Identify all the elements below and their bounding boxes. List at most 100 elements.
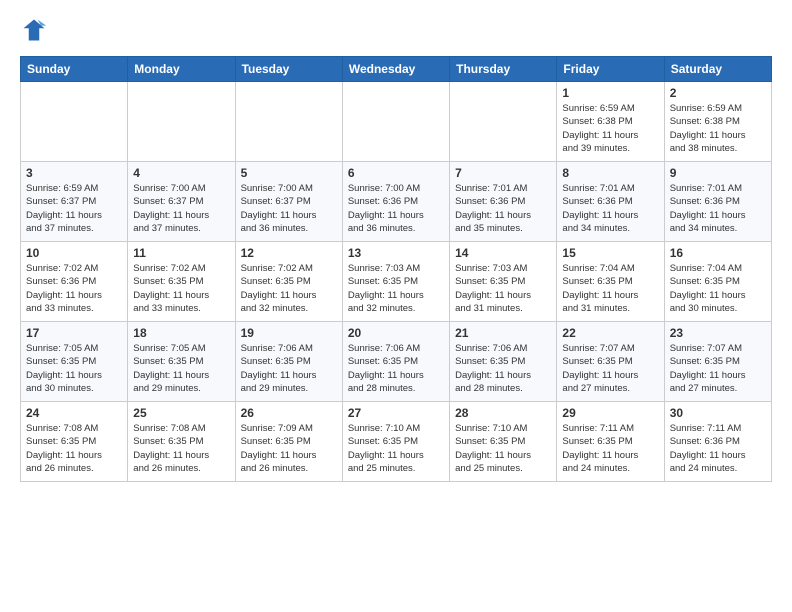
day-cell: 18 Sunrise: 7:05 AM Sunset: 6:35 PM Dayli… — [128, 322, 235, 402]
day-cell: 16 Sunrise: 7:04 AM Sunset: 6:35 PM Dayli… — [664, 242, 771, 322]
day-cell: 9 Sunrise: 7:01 AM Sunset: 6:36 PM Daylig… — [664, 162, 771, 242]
day-number: 11 — [133, 246, 229, 260]
day-info: Sunrise: 7:06 AM Sunset: 6:35 PM Dayligh… — [241, 342, 337, 395]
header — [20, 16, 772, 44]
day-cell: 19 Sunrise: 7:06 AM Sunset: 6:35 PM Dayli… — [235, 322, 342, 402]
week-row-5: 24 Sunrise: 7:08 AM Sunset: 6:35 PM Dayli… — [21, 402, 772, 482]
day-cell — [450, 82, 557, 162]
day-number: 7 — [455, 166, 551, 180]
day-number: 15 — [562, 246, 658, 260]
day-info: Sunrise: 7:09 AM Sunset: 6:35 PM Dayligh… — [241, 422, 337, 475]
weekday-header-thursday: Thursday — [450, 57, 557, 82]
day-cell: 11Sunrise: 7:02 AM Sunset: 6:35 PM Dayli… — [128, 242, 235, 322]
day-cell: 6 Sunrise: 7:00 AM Sunset: 6:36 PM Daylig… — [342, 162, 449, 242]
day-info: Sunrise: 7:03 AM Sunset: 6:35 PM Dayligh… — [455, 262, 551, 315]
weekday-header-friday: Friday — [557, 57, 664, 82]
day-number: 6 — [348, 166, 444, 180]
day-number: 16 — [670, 246, 766, 260]
weekday-header-row: SundayMondayTuesdayWednesdayThursdayFrid… — [21, 57, 772, 82]
day-number: 27 — [348, 406, 444, 420]
day-info: Sunrise: 7:02 AM Sunset: 6:35 PM Dayligh… — [241, 262, 337, 315]
day-info: Sunrise: 7:05 AM Sunset: 6:35 PM Dayligh… — [26, 342, 122, 395]
day-info: Sunrise: 7:11 AM Sunset: 6:35 PM Dayligh… — [562, 422, 658, 475]
day-info: Sunrise: 7:00 AM Sunset: 6:37 PM Dayligh… — [241, 182, 337, 235]
day-info: Sunrise: 7:01 AM Sunset: 6:36 PM Dayligh… — [670, 182, 766, 235]
day-info: Sunrise: 7:07 AM Sunset: 6:35 PM Dayligh… — [670, 342, 766, 395]
day-number: 10 — [26, 246, 122, 260]
day-cell — [21, 82, 128, 162]
day-cell: 1Sunrise: 6:59 AM Sunset: 6:38 PM Daylig… — [557, 82, 664, 162]
weekday-header-monday: Monday — [128, 57, 235, 82]
day-number: 25 — [133, 406, 229, 420]
day-cell: 27 Sunrise: 7:10 AM Sunset: 6:35 PM Dayli… — [342, 402, 449, 482]
day-info: Sunrise: 6:59 AM Sunset: 6:37 PM Dayligh… — [26, 182, 122, 235]
day-info: Sunrise: 7:11 AM Sunset: 6:36 PM Dayligh… — [670, 422, 766, 475]
day-cell: 29 Sunrise: 7:11 AM Sunset: 6:35 PM Dayli… — [557, 402, 664, 482]
day-number: 20 — [348, 326, 444, 340]
day-number: 24 — [26, 406, 122, 420]
day-cell: 10 Sunrise: 7:02 AM Sunset: 6:36 PM Dayli… — [21, 242, 128, 322]
day-cell: 20 Sunrise: 7:06 AM Sunset: 6:35 PM Dayli… — [342, 322, 449, 402]
week-row-3: 10 Sunrise: 7:02 AM Sunset: 6:36 PM Dayli… — [21, 242, 772, 322]
day-number: 9 — [670, 166, 766, 180]
day-cell: 26 Sunrise: 7:09 AM Sunset: 6:35 PM Dayli… — [235, 402, 342, 482]
day-info: Sunrise: 7:05 AM Sunset: 6:35 PM Dayligh… — [133, 342, 229, 395]
page: SundayMondayTuesdayWednesdayThursdayFrid… — [0, 0, 792, 498]
day-info: Sunrise: 7:01 AM Sunset: 6:36 PM Dayligh… — [562, 182, 658, 235]
day-number: 4 — [133, 166, 229, 180]
weekday-header-wednesday: Wednesday — [342, 57, 449, 82]
day-cell: 13Sunrise: 7:03 AM Sunset: 6:35 PM Dayli… — [342, 242, 449, 322]
day-cell: 24 Sunrise: 7:08 AM Sunset: 6:35 PM Dayli… — [21, 402, 128, 482]
day-info: Sunrise: 7:02 AM Sunset: 6:36 PM Dayligh… — [26, 262, 122, 315]
logo — [20, 16, 52, 44]
weekday-header-sunday: Sunday — [21, 57, 128, 82]
day-cell: 28 Sunrise: 7:10 AM Sunset: 6:35 PM Dayli… — [450, 402, 557, 482]
day-number: 19 — [241, 326, 337, 340]
day-cell: 12Sunrise: 7:02 AM Sunset: 6:35 PM Dayli… — [235, 242, 342, 322]
day-number: 21 — [455, 326, 551, 340]
day-info: Sunrise: 7:10 AM Sunset: 6:35 PM Dayligh… — [348, 422, 444, 475]
day-cell: 22 Sunrise: 7:07 AM Sunset: 6:35 PM Dayli… — [557, 322, 664, 402]
day-info: Sunrise: 7:07 AM Sunset: 6:35 PM Dayligh… — [562, 342, 658, 395]
day-info: Sunrise: 7:06 AM Sunset: 6:35 PM Dayligh… — [455, 342, 551, 395]
day-number: 2 — [670, 86, 766, 100]
day-number: 5 — [241, 166, 337, 180]
weekday-header-tuesday: Tuesday — [235, 57, 342, 82]
day-number: 28 — [455, 406, 551, 420]
day-number: 13 — [348, 246, 444, 260]
day-number: 26 — [241, 406, 337, 420]
day-number: 22 — [562, 326, 658, 340]
day-cell: 23 Sunrise: 7:07 AM Sunset: 6:35 PM Dayli… — [664, 322, 771, 402]
day-info: Sunrise: 7:04 AM Sunset: 6:35 PM Dayligh… — [670, 262, 766, 315]
day-info: Sunrise: 7:04 AM Sunset: 6:35 PM Dayligh… — [562, 262, 658, 315]
day-cell: 14Sunrise: 7:03 AM Sunset: 6:35 PM Dayli… — [450, 242, 557, 322]
day-info: Sunrise: 7:10 AM Sunset: 6:35 PM Dayligh… — [455, 422, 551, 475]
day-cell: 2 Sunrise: 6:59 AM Sunset: 6:38 PM Daylig… — [664, 82, 771, 162]
week-row-1: 1 Sunrise: 6:59 AM Sunset: 6:38 PM Daylig… — [21, 82, 772, 162]
day-info: Sunrise: 7:06 AM Sunset: 6:35 PM Dayligh… — [348, 342, 444, 395]
day-cell: 25 Sunrise: 7:08 AM Sunset: 6:35 PM Dayli… — [128, 402, 235, 482]
day-cell — [342, 82, 449, 162]
day-info: Sunrise: 7:08 AM Sunset: 6:35 PM Dayligh… — [26, 422, 122, 475]
day-info: Sunrise: 7:01 AM Sunset: 6:36 PM Dayligh… — [455, 182, 551, 235]
day-cell: 4 Sunrise: 7:00 AM Sunset: 6:37 PM Daylig… — [128, 162, 235, 242]
day-number: 30 — [670, 406, 766, 420]
day-cell — [128, 82, 235, 162]
day-number: 1 — [562, 86, 658, 100]
day-number: 23 — [670, 326, 766, 340]
day-cell: 21 Sunrise: 7:06 AM Sunset: 6:35 PM Dayli… — [450, 322, 557, 402]
day-info: Sunrise: 7:00 AM Sunset: 6:37 PM Dayligh… — [133, 182, 229, 235]
day-cell: 17Sunrise: 7:05 AM Sunset: 6:35 PM Dayli… — [21, 322, 128, 402]
day-cell: 30 Sunrise: 7:11 AM Sunset: 6:36 PM Dayli… — [664, 402, 771, 482]
week-row-2: 3 Sunrise: 6:59 AM Sunset: 6:37 PM Daylig… — [21, 162, 772, 242]
day-cell — [235, 82, 342, 162]
week-row-4: 17Sunrise: 7:05 AM Sunset: 6:35 PM Dayli… — [21, 322, 772, 402]
day-number: 29 — [562, 406, 658, 420]
day-info: Sunrise: 6:59 AM Sunset: 6:38 PM Dayligh… — [670, 102, 766, 155]
day-info: Sunrise: 7:08 AM Sunset: 6:35 PM Dayligh… — [133, 422, 229, 475]
weekday-header-saturday: Saturday — [664, 57, 771, 82]
day-info: Sunrise: 7:00 AM Sunset: 6:36 PM Dayligh… — [348, 182, 444, 235]
day-number: 3 — [26, 166, 122, 180]
day-number: 18 — [133, 326, 229, 340]
day-cell: 3 Sunrise: 6:59 AM Sunset: 6:37 PM Daylig… — [21, 162, 128, 242]
